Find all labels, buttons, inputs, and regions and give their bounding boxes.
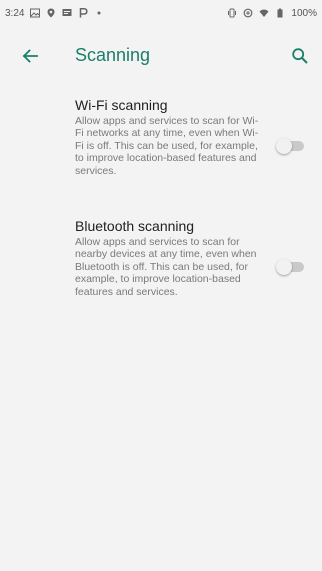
- search-icon: [292, 48, 308, 64]
- wifi-scanning-toggle[interactable]: [276, 138, 306, 154]
- status-left: 3:24: [5, 8, 104, 19]
- back-button[interactable]: [18, 44, 42, 68]
- wifi-icon: [259, 8, 269, 18]
- status-bar: 3:24 100%: [0, 0, 322, 26]
- arrow-back-icon: [22, 49, 38, 63]
- setting-bluetooth-scanning[interactable]: Bluetooth scanning Allow apps and servic…: [0, 207, 322, 298]
- toggle-thumb: [276, 138, 292, 154]
- p-icon: [78, 8, 89, 18]
- app-bar: Scanning: [0, 26, 322, 86]
- setting-wifi-scanning[interactable]: Wi-Fi scanning Allow apps and services t…: [0, 86, 322, 177]
- status-time: 3:24: [5, 7, 25, 19]
- setting-summary: Allow apps and services to scan for Wi-F…: [75, 115, 259, 177]
- image-icon: [30, 8, 41, 18]
- dot-icon: [94, 8, 104, 18]
- vibrate-icon: [227, 8, 237, 18]
- bluetooth-scanning-toggle[interactable]: [276, 259, 306, 276]
- setting-title: Bluetooth scanning: [75, 218, 195, 235]
- battery-icon: [275, 8, 285, 18]
- search-button[interactable]: [288, 44, 312, 68]
- location-pin-icon: [46, 8, 56, 18]
- status-right: 100%: [227, 8, 317, 19]
- page-title: Scanning: [75, 45, 151, 65]
- battery-percentage: 100%: [291, 7, 317, 19]
- setting-title: Wi-Fi scanning: [75, 97, 168, 113]
- toggle-thumb: [276, 259, 292, 276]
- data-saver-icon: [243, 8, 253, 18]
- setting-summary: Allow apps and services to scan for near…: [75, 236, 257, 298]
- message-icon: [62, 8, 72, 18]
- settings-list: Wi-Fi scanning Allow apps and services t…: [0, 86, 322, 298]
